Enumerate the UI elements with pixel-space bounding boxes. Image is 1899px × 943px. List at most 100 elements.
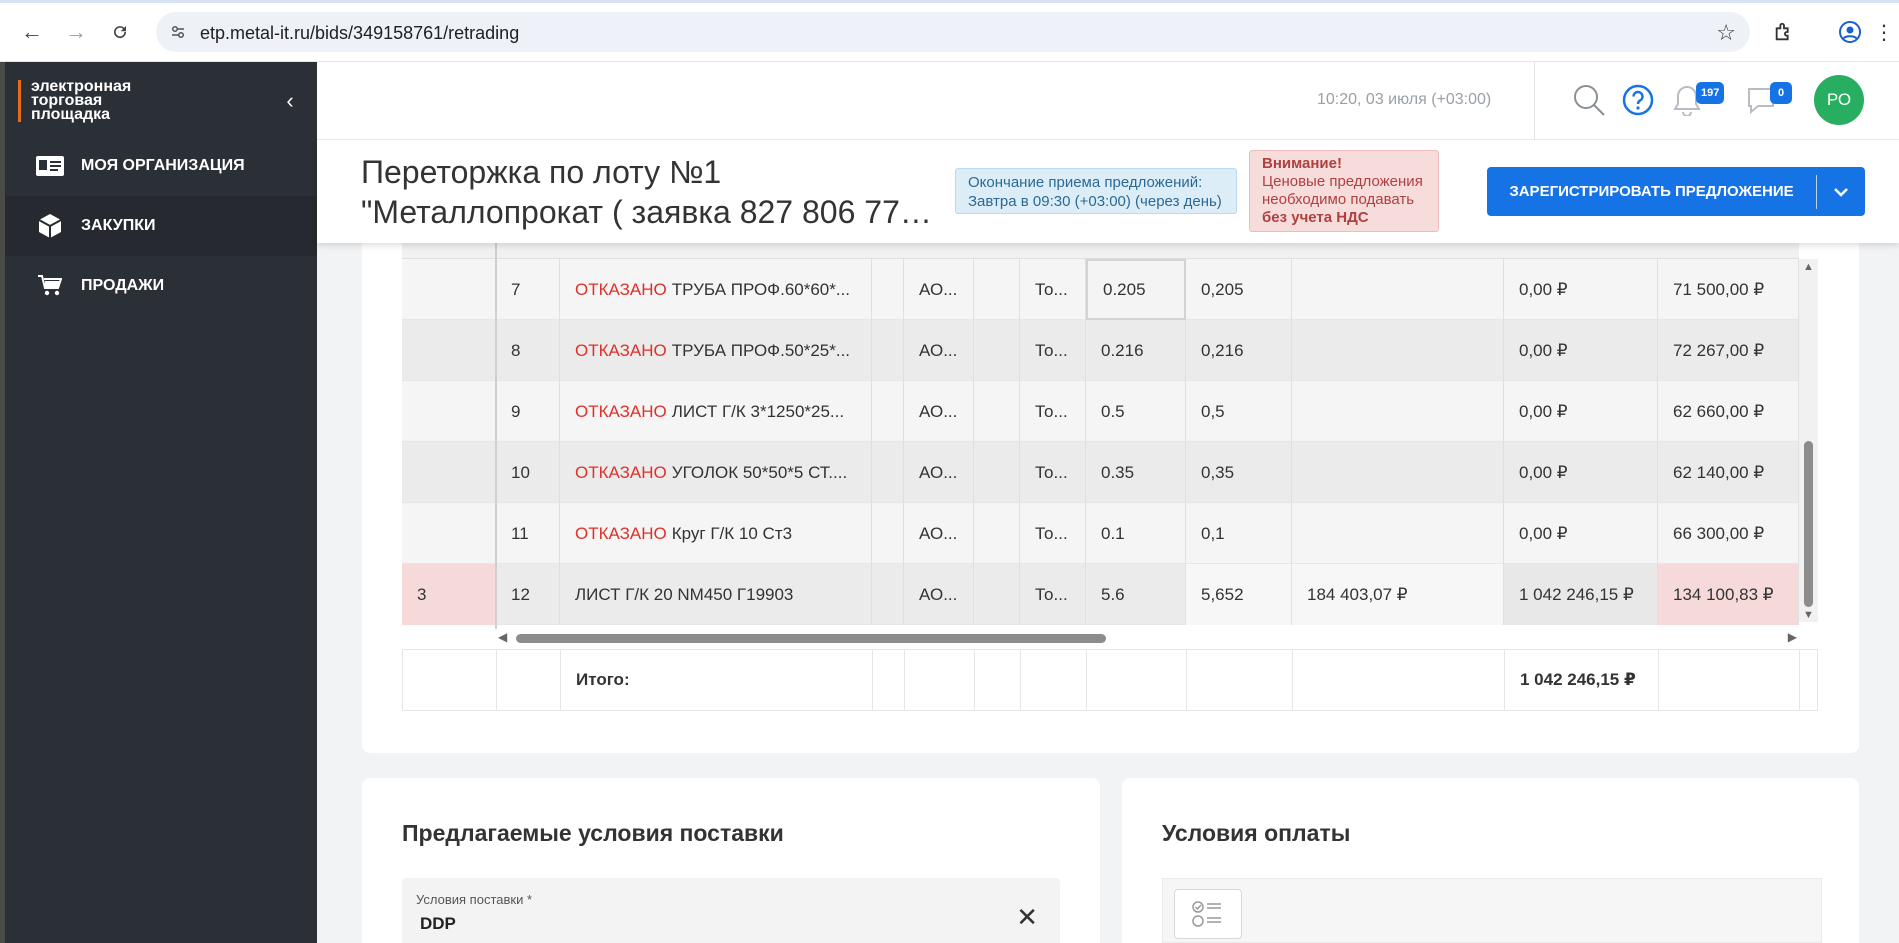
cell-last: 66 300,00 ₽ <box>1658 503 1799 564</box>
browser-menu-icon[interactable]: ⋮ <box>1874 16 1894 48</box>
horizontal-scroll-thumb[interactable] <box>516 634 1106 643</box>
cell-sum: 0,00 ₽ <box>1504 442 1658 503</box>
table-row[interactable]: 10 ОТКАЗАНО УГОЛОК 50*50*5 СТ.... АО... То..… <box>402 442 1799 503</box>
cell-name: ОТКАЗАНО ЛИСТ Г/К 3*1250*25... <box>560 381 872 442</box>
cell-price <box>1292 381 1504 442</box>
cell-pad1 <box>872 320 904 381</box>
cart-icon <box>35 274 65 298</box>
item-name: Круг Г/К 10 Ст3 <box>671 523 793 543</box>
cell-qty-input[interactable]: 0.216 <box>1086 320 1186 381</box>
payment-terms-heading: Условия оплаты <box>1162 820 1351 846</box>
sidebar-item-sales[interactable]: ПРОДАЖИ <box>5 256 317 316</box>
cell-price <box>1292 259 1504 320</box>
table-row[interactable]: 8 ОТКАЗАНО ТРУБА ПРОФ.50*25*... АО... То... 0… <box>402 320 1799 381</box>
collapse-sidebar-button[interactable]: ‹ <box>278 88 302 113</box>
item-name: ЛИСТ Г/К 20 NM450 Г19903 <box>575 584 794 604</box>
register-offer-button[interactable]: ЗАРЕГИСТРИРОВАТЬ ПРЕДЛОЖЕНИЕ <box>1487 167 1865 216</box>
cell-num: 8 <box>496 320 560 381</box>
site-logo[interactable]: электронная торговая площадка <box>18 79 178 123</box>
item-name: УГОЛОК 50*50*5 СТ.... <box>671 462 848 482</box>
total-row: Итого: 1 042 246,15 ₽ <box>402 649 1818 711</box>
extensions-icon[interactable] <box>1768 16 1800 48</box>
cell-rank <box>402 259 496 320</box>
user-avatar[interactable]: РО <box>1814 75 1864 125</box>
vertical-scroll-thumb[interactable] <box>1804 441 1813 607</box>
vat-warning: Внимание! Ценовые предложения необходимо… <box>1249 150 1439 232</box>
delivery-terms-label: Условия поставки * <box>416 892 533 907</box>
total-cell-empty <box>1293 650 1505 710</box>
search-icon[interactable] <box>1571 82 1607 118</box>
logo-line: площадка <box>31 106 111 123</box>
tab-strip <box>0 0 1899 3</box>
cell-price <box>1292 503 1504 564</box>
cell-pad2 <box>974 442 1020 503</box>
reload-icon[interactable] <box>104 16 136 48</box>
sidebar-item-purchases[interactable]: ЗАКУПКИ <box>5 196 317 256</box>
cell-org: АО... <box>904 381 974 442</box>
cell-pad2 <box>974 503 1020 564</box>
delivery-terms-heading: Предлагаемые условия поставки <box>402 820 784 846</box>
table-row[interactable]: 7 ОТКАЗАНО ТРУБА ПРОФ.60*60*... АО... То... 0… <box>402 259 1799 320</box>
total-cell-empty <box>1021 650 1087 710</box>
table-row[interactable]: 11 ОТКАЗАНО Круг Г/К 10 Ст3 АО... То... 0.1 0,… <box>402 503 1799 564</box>
cell-qty-input[interactable]: 0.35 <box>1086 442 1186 503</box>
status-rejected: ОТКАЗАНО <box>575 401 667 421</box>
scroll-right-icon[interactable]: ▶ <box>1788 630 1797 644</box>
page-title-bar: Переторжка по лоту №1 "Металлопрокат ( з… <box>317 140 1899 243</box>
cell-name: ОТКАЗАНО Круг Г/К 10 Ст3 <box>560 503 872 564</box>
cell-qty-input[interactable]: 0.1 <box>1086 503 1186 564</box>
id-card-icon <box>35 154 65 178</box>
checklist-icon[interactable] <box>1174 889 1242 939</box>
cell-name: ОТКАЗАНО ТРУБА ПРОФ.60*60*... <box>560 259 872 320</box>
back-icon[interactable]: ← <box>16 16 48 48</box>
browser-toolbar: ← → etp.metal-it.ru/bids/349158761/retra… <box>0 0 1899 62</box>
item-name: ТРУБА ПРОФ.60*60*... <box>671 279 851 299</box>
cell-last: 62 660,00 ₽ <box>1658 381 1799 442</box>
table-horizontal-scrollbar[interactable]: ◀ ▶ <box>496 629 1799 647</box>
total-cell-empty <box>403 650 497 710</box>
bookmark-star-icon[interactable]: ☆ <box>1716 20 1736 46</box>
cell-last: 71 500,00 ₽ <box>1658 259 1799 320</box>
cell-sum: 0,00 ₽ <box>1504 381 1658 442</box>
sidebar-item-my-organization[interactable]: МОЯ ОРГАНИЗАЦИЯ <box>5 136 317 196</box>
cell-unit: То... <box>1020 503 1086 564</box>
cell-num: 7 <box>496 259 560 320</box>
scroll-down-icon[interactable]: ▼ <box>1803 609 1814 621</box>
deadline-notice: Окончание приема предложений: Завтра в 0… <box>955 168 1237 214</box>
table-row[interactable]: 3 12 ЛИСТ Г/К 20 NM450 Г19903 АО... То... 5.6… <box>402 564 1799 625</box>
cell-pad1 <box>872 564 904 625</box>
cell-qty-input[interactable]: 0.205 <box>1086 259 1186 320</box>
sidebar-item-label: МОЯ ОРГАНИЗАЦИЯ <box>81 157 245 174</box>
cell-qty-input[interactable]: 0.5 <box>1086 381 1186 442</box>
lot-items-table: 7 ОТКАЗАНО ТРУБА ПРОФ.60*60*... АО... То... 0… <box>402 243 1818 711</box>
table-row[interactable]: 9 ОТКАЗАНО ЛИСТ Г/К 3*1250*25... АО... То...… <box>402 381 1799 442</box>
payment-terms-box <box>1162 878 1822 943</box>
item-name: ЛИСТ Г/К 3*1250*25... <box>671 401 845 421</box>
delivery-terms-field[interactable]: Условия поставки * DDP ✕ <box>402 878 1060 943</box>
table-header-strip <box>402 243 1799 259</box>
cell-pad2 <box>974 259 1020 320</box>
forward-icon[interactable]: → <box>60 16 92 48</box>
status-rejected: ОТКАЗАНО <box>575 279 667 299</box>
cell-unit: То... <box>1020 320 1086 381</box>
scroll-up-icon[interactable]: ▲ <box>1803 261 1814 273</box>
cell-rank <box>402 320 496 381</box>
address-bar[interactable]: etp.metal-it.ru/bids/349158761/retrading… <box>156 12 1750 52</box>
help-icon[interactable] <box>1620 82 1656 118</box>
table-vertical-scrollbar[interactable]: ▲ ▼ <box>1799 259 1818 622</box>
clear-icon[interactable]: ✕ <box>1016 902 1038 933</box>
cell-pad1 <box>872 503 904 564</box>
cell-sum: 1 042 246,15 ₽ <box>1504 564 1658 625</box>
site-settings-icon[interactable] <box>168 22 188 42</box>
total-label: Итого: <box>561 650 873 710</box>
cell-pad2 <box>974 381 1020 442</box>
cell-num: 9 <box>496 381 560 442</box>
profile-icon[interactable] <box>1834 16 1866 48</box>
scroll-left-icon[interactable]: ◀ <box>498 630 507 644</box>
chevron-down-icon[interactable] <box>1817 187 1865 197</box>
cell-last: 134 100,83 ₽ <box>1658 564 1799 625</box>
box-icon <box>35 214 65 238</box>
cell-qty-input[interactable]: 5.6 <box>1086 564 1186 625</box>
total-value: 1 042 246,15 ₽ <box>1505 650 1659 710</box>
cell-pad2 <box>974 564 1020 625</box>
